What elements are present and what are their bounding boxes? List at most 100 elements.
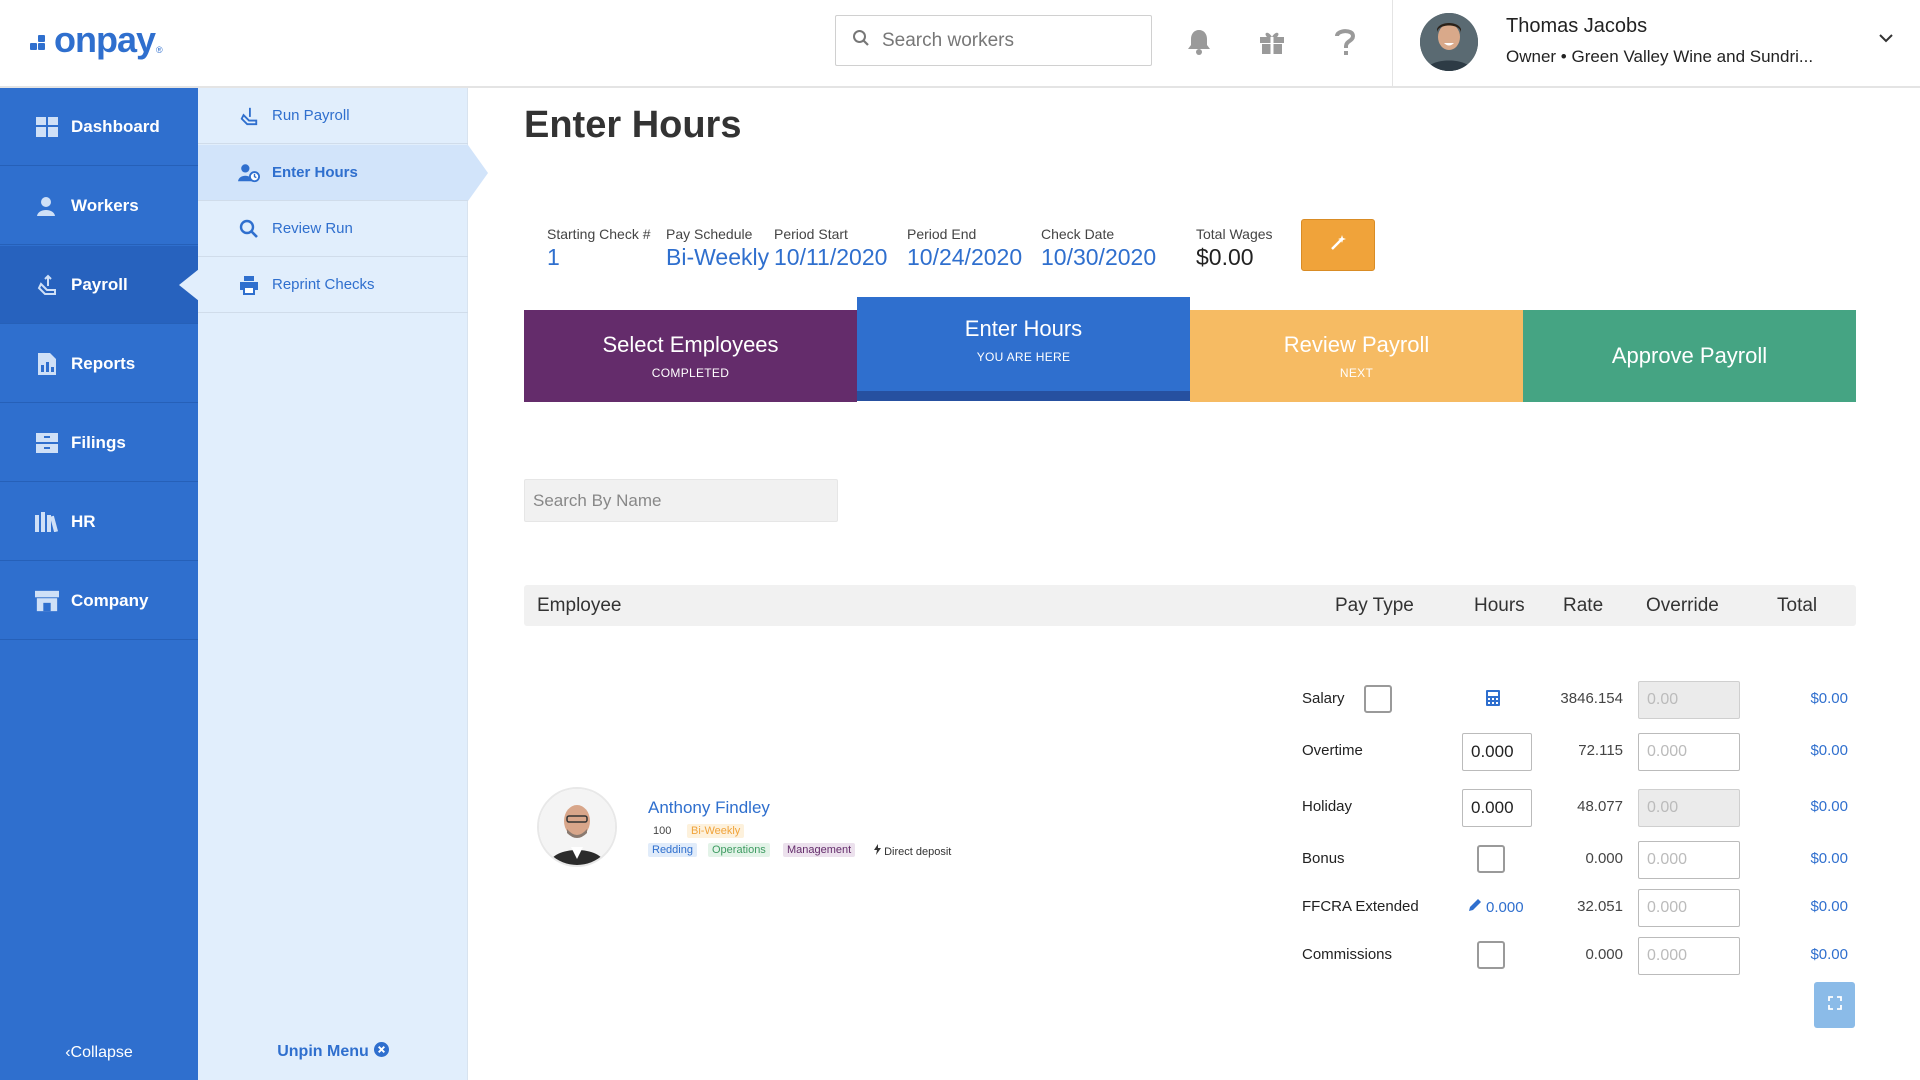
user-role[interactable]: Owner • Green Valley Wine and Sundri... — [1506, 47, 1813, 67]
table-header: Employee Pay Type Hours Rate Override To… — [524, 585, 1856, 626]
onpay-logo[interactable]: onpay ® — [30, 20, 163, 60]
sidebar-item-label: Workers — [71, 195, 139, 215]
submenu-item-review-run[interactable]: Review Run — [198, 201, 468, 257]
lightning-icon — [874, 844, 881, 858]
help-icon[interactable] — [1325, 22, 1365, 62]
bonus-total: $0.00 — [1810, 850, 1848, 867]
search-icon — [852, 29, 870, 52]
step-status: YOU ARE HERE — [976, 350, 1071, 364]
user-name[interactable]: Thomas Jacobs — [1506, 15, 1647, 38]
pay-type-commissions: Commissions — [1302, 946, 1393, 963]
overtime-hours-input[interactable] — [1462, 733, 1532, 771]
holiday-rate: 48.077 — [1577, 798, 1623, 815]
salary-checkbox[interactable] — [1364, 685, 1392, 713]
commissions-override-input[interactable] — [1638, 937, 1740, 975]
collapse-button[interactable]: ‹Collapse — [0, 1044, 198, 1062]
main-sidebar: Dashboard Workers Payroll Reports Filing… — [0, 88, 199, 1080]
dashboard-icon — [35, 115, 59, 139]
ffcra-hours-edit-link[interactable]: 0.000 — [1468, 898, 1524, 916]
tag-department: Operations — [708, 843, 770, 857]
sidebar-item-hr[interactable]: HR — [0, 483, 198, 561]
logo-registered-mark: ® — [156, 45, 163, 55]
direct-deposit-indicator: Direct deposit — [874, 844, 951, 858]
info-label: Starting Check # — [547, 226, 651, 242]
autofill-button[interactable] — [1301, 219, 1375, 271]
sidebar-item-label: Reports — [71, 353, 136, 373]
info-label: Check Date — [1041, 226, 1115, 242]
submenu-item-enter-hours[interactable]: Enter Hours — [198, 144, 488, 201]
bonus-override-input[interactable] — [1638, 841, 1740, 879]
salary-total: $0.00 — [1810, 690, 1848, 707]
topbar-divider — [1392, 0, 1393, 88]
step-enter-hours[interactable]: Enter Hours YOU ARE HERE — [857, 297, 1190, 401]
submenu-item-run-payroll[interactable]: Run Payroll — [198, 88, 468, 144]
submenu-item-label: Run Payroll — [272, 107, 350, 124]
reports-icon — [35, 352, 59, 376]
step-title: Review Payroll — [1283, 332, 1430, 357]
submenu-item-label: Enter Hours — [272, 164, 358, 181]
overtime-override-input[interactable] — [1638, 733, 1740, 771]
ffcra-rate: 32.051 — [1577, 898, 1623, 915]
holiday-hours-input[interactable] — [1462, 789, 1532, 827]
gift-icon[interactable] — [1252, 22, 1292, 62]
printer-icon — [238, 274, 260, 296]
sidebar-item-payroll[interactable]: Payroll — [0, 246, 199, 324]
sidebar-item-company[interactable]: Company — [0, 562, 198, 640]
employee-name-link[interactable]: Anthony Findley — [648, 798, 770, 818]
step-status: COMPLETED — [651, 366, 730, 380]
column-header-rate: Rate — [1563, 595, 1604, 616]
tag-pay-schedule: Bi-Weekly — [687, 824, 745, 838]
period-start-info: Period Start 10/11/2020 — [774, 226, 887, 271]
info-label: Pay Schedule — [666, 226, 753, 242]
sidebar-item-dashboard[interactable]: Dashboard — [0, 88, 198, 166]
period-end-info: Period End 10/24/2020 — [907, 226, 1022, 271]
column-header-employee: Employee — [537, 595, 622, 616]
bell-icon[interactable] — [1179, 22, 1219, 62]
ffcra-override-input[interactable] — [1638, 889, 1740, 927]
expand-button[interactable] — [1814, 982, 1855, 1028]
sidebar-item-filings[interactable]: Filings — [0, 404, 198, 482]
column-header-pay-type: Pay Type — [1335, 595, 1414, 616]
starting-check-info: Starting Check # 1 — [547, 226, 651, 271]
worker-search-input[interactable] — [882, 29, 1132, 52]
ffcra-total: $0.00 — [1810, 898, 1848, 915]
sidebar-item-label: HR — [71, 511, 96, 531]
logo-text: onpay — [54, 19, 156, 60]
unpin-label: Unpin Menu — [277, 1043, 369, 1060]
bonus-rate: 0.000 — [1585, 850, 1623, 867]
step-select-employees[interactable]: Select Employees COMPLETED — [524, 310, 857, 402]
sidebar-item-label: Dashboard — [71, 116, 160, 136]
step-review-payroll[interactable]: Review Payroll NEXT — [1190, 310, 1523, 402]
filings-icon — [35, 431, 59, 455]
user-avatar[interactable] — [1420, 13, 1478, 71]
info-label: Period Start — [774, 226, 848, 242]
overtime-total: $0.00 — [1810, 742, 1848, 759]
sidebar-item-label: Filings — [71, 432, 126, 452]
info-label: Period End — [907, 226, 977, 242]
sidebar-item-workers[interactable]: Workers — [0, 167, 198, 245]
overtime-rate: 72.115 — [1578, 742, 1623, 759]
company-icon — [35, 589, 59, 613]
total-wages-value: $0.00 — [1196, 244, 1254, 270]
search-by-name-input[interactable] — [524, 479, 838, 522]
sidebar-item-reports[interactable]: Reports — [0, 325, 198, 403]
workers-icon — [35, 194, 59, 218]
commissions-checkbox[interactable] — [1477, 941, 1505, 969]
top-bar: onpay ® Thomas Jacobs Owner • Green Vall… — [0, 0, 1920, 88]
bonus-checkbox[interactable] — [1477, 845, 1505, 873]
unpin-menu-button[interactable]: Unpin Menu — [198, 1042, 468, 1062]
step-title: Enter Hours — [964, 316, 1083, 341]
commissions-total: $0.00 — [1810, 946, 1848, 963]
run-payroll-icon — [238, 105, 260, 127]
column-header-total: Total — [1777, 595, 1818, 616]
active-caret — [468, 144, 488, 201]
sidebar-item-label: Payroll — [71, 274, 128, 294]
commissions-rate: 0.000 — [1585, 946, 1623, 963]
step-approve-payroll[interactable]: Approve Payroll — [1523, 310, 1856, 402]
calculator-icon[interactable] — [1486, 690, 1500, 711]
chevron-down-icon[interactable] — [1878, 30, 1894, 48]
submenu-item-reprint-checks[interactable]: Reprint Checks — [198, 257, 468, 313]
worker-search[interactable] — [835, 15, 1152, 66]
holiday-total: $0.00 — [1810, 798, 1848, 815]
salary-override-input — [1638, 681, 1740, 719]
